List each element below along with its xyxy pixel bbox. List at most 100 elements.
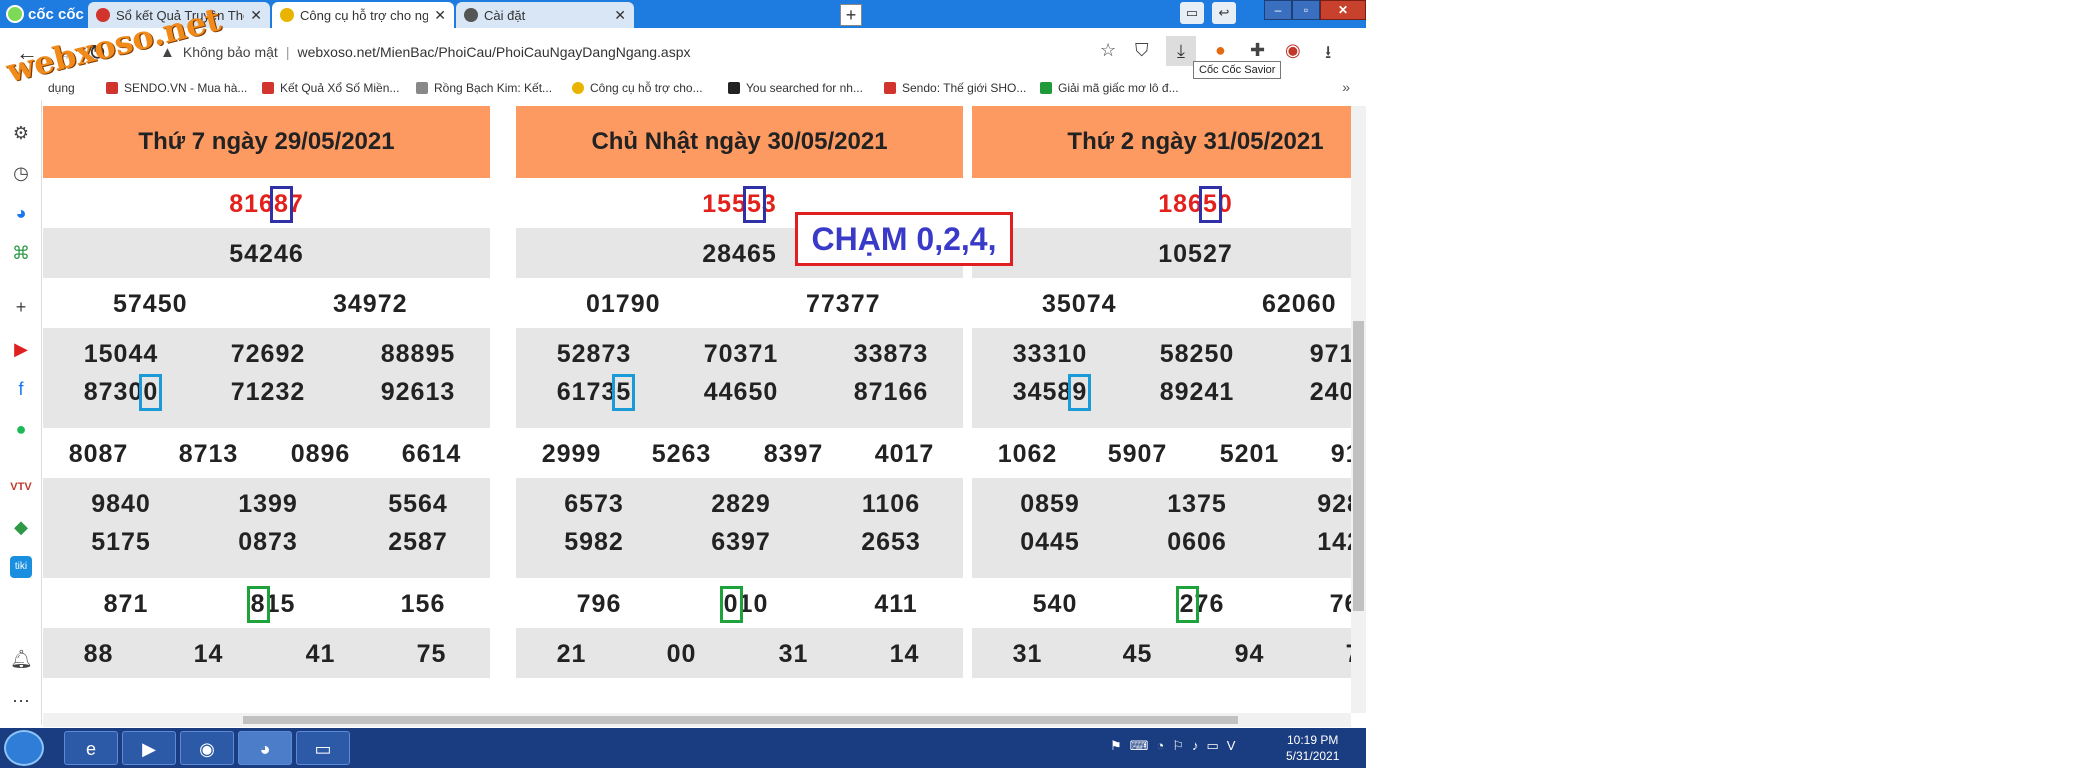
maximize-button[interactable]: ▫	[1292, 0, 1320, 20]
coccoc-taskbar-icon[interactable]: ◕	[238, 731, 292, 765]
app-tray-icon[interactable]: V	[1227, 738, 1236, 754]
gamepad-icon[interactable]: ⌘	[10, 242, 32, 264]
youtube-icon[interactable]: ▶	[10, 338, 32, 360]
prize-row-g4: 8087 8713 0896 6614	[43, 428, 490, 478]
prize-row-g2: 57450 34972	[43, 278, 490, 328]
more-icon[interactable]: ⋯	[10, 690, 32, 712]
puzzle-icon[interactable]: ✚	[1250, 40, 1265, 61]
keyboard-icon[interactable]: ⌨	[1130, 738, 1149, 754]
bookmark-favicon-icon	[572, 82, 584, 94]
number-suffix: 0	[1217, 190, 1233, 218]
prize-row-g5: 9840 1399 5564 5175 0873 2587	[43, 478, 490, 578]
bookmark-favicon-icon	[416, 82, 428, 94]
result-number: 9840	[91, 490, 151, 518]
back-window-icon[interactable]: ↩	[1212, 2, 1236, 24]
extension-icon[interactable]: ●	[1215, 40, 1226, 61]
close-window-button[interactable]: ✕	[1320, 0, 1366, 20]
facebook-icon[interactable]: f	[10, 378, 32, 400]
result-number: 18650	[972, 186, 1351, 223]
shield-tray-icon[interactable]: ◔	[1156, 738, 1164, 754]
profile-avatar-icon[interactable]: ◉	[1285, 40, 1301, 61]
vtv-icon[interactable]: VTV	[10, 476, 32, 498]
screenshot-icon[interactable]: ▭	[1180, 2, 1204, 24]
prize-row-g4: 2999 5263 8397 4017	[516, 428, 963, 478]
result-number: 89241	[1159, 378, 1235, 406]
spotify-icon[interactable]: ●	[10, 418, 32, 440]
download-savior-icon[interactable]: ⤓	[1166, 36, 1196, 66]
bookmark-label: Kết Quả Xổ Số Miền...	[280, 81, 400, 95]
prize-row-g3: 33310 58250 97160 34589 89241 24075	[972, 328, 1351, 428]
result-number: 14	[889, 640, 920, 668]
prize-row-g1: 54246	[43, 228, 490, 278]
result-number: 5907	[1107, 440, 1168, 468]
result-number: 5982	[564, 528, 624, 556]
annotation-box: CHẠM 0,2,4,	[795, 212, 1013, 266]
ie-taskbar-icon[interactable]: e	[64, 731, 118, 765]
number-prefix: 186	[1158, 190, 1203, 218]
close-icon[interactable]: ✕	[250, 7, 262, 24]
clock[interactable]: 10:19 PM 5/31/2021	[1286, 732, 1339, 764]
number-suffix: 7	[288, 190, 304, 218]
bookmark-item[interactable]: You searched for nh...	[728, 81, 863, 95]
result-number: 35074	[1042, 290, 1117, 318]
result-number: 87300	[51, 374, 191, 411]
result-number: 44650	[703, 378, 779, 406]
highlighted-digit: 8	[269, 186, 293, 223]
result-number: 1399	[238, 490, 298, 518]
number-prefix: 816	[229, 190, 274, 218]
taskbar: e ▶ ◉ ◕ ▭ ⚑ ⌨ ◔ ⚐ ♪ ▭ V 10:19 PM 5/31/20…	[0, 728, 1366, 768]
bookmark-item[interactable]: SENDO.VN - Mua hà...	[106, 81, 247, 95]
tiki-icon[interactable]: tiki	[10, 556, 32, 578]
volume-icon[interactable]: ♪	[1192, 738, 1199, 754]
result-number: 6614	[401, 440, 462, 468]
tab-favicon-icon	[96, 8, 110, 22]
bell-icon[interactable]: 🔔︎	[10, 648, 33, 670]
gear-icon[interactable]: ⚙	[10, 122, 32, 144]
media-taskbar-icon[interactable]: ▶	[122, 731, 176, 765]
tab-settings[interactable]: Cài đặt ✕	[456, 2, 634, 28]
column-date-header: Thứ 7 ngày 29/05/2021	[43, 106, 490, 178]
scroll-thumb[interactable]	[1353, 321, 1364, 611]
flag-icon[interactable]: ⚐	[1172, 738, 1184, 754]
prize-row-g6: 540 276 761	[972, 578, 1351, 628]
prize-row-g1: 10527	[972, 228, 1351, 278]
chrome-taskbar-icon[interactable]: ◉	[180, 731, 234, 765]
number-prefix: 8730	[83, 378, 144, 406]
monitor-icon[interactable]: ▭	[1206, 738, 1218, 754]
window-controls: – ▫ ✕	[1264, 0, 1366, 20]
add-icon[interactable]: +	[10, 296, 32, 318]
new-tab-button[interactable]: +	[840, 4, 862, 26]
game-icon[interactable]: ◆	[10, 516, 32, 538]
bookmark-item[interactable]: Sendo: Thế giới SHO...	[884, 81, 1026, 95]
bookmark-item[interactable]: Giải mã giấc mơ lô đ...	[1040, 81, 1179, 95]
shield-icon[interactable]: ⛉	[1135, 40, 1149, 61]
result-number: 71232	[230, 378, 306, 406]
result-number: 33873	[853, 340, 929, 368]
messenger-icon[interactable]: ◕	[10, 202, 32, 224]
network-icon[interactable]: ⚑	[1110, 738, 1122, 754]
star-icon[interactable]: ☆	[1100, 40, 1116, 61]
bookmark-item[interactable]: Công cụ hỗ trợ cho...	[572, 81, 703, 95]
highlighted-digit: 5	[612, 374, 636, 411]
bookmark-item[interactable]: Rồng Bạch Kim: Kết...	[416, 81, 552, 95]
highlighted-digit: 8	[246, 586, 270, 623]
highlighted-digit: 0	[719, 586, 743, 623]
close-icon[interactable]: ✕	[614, 7, 626, 24]
scroll-thumb[interactable]	[243, 716, 1238, 724]
minimize-button[interactable]: –	[1264, 0, 1292, 20]
bookmark-item[interactable]: Kết Quả Xổ Số Miền...	[262, 81, 399, 95]
vertical-scrollbar[interactable]	[1351, 106, 1366, 713]
download-icon[interactable]: ⭳	[1325, 40, 1331, 70]
tab-tool[interactable]: Công cụ hỗ trợ cho người ch ✕	[272, 2, 454, 28]
history-icon[interactable]: ◷	[10, 162, 32, 184]
address-bar[interactable]: ▲ Không bảo mật | webxoso.net/MienBac/Ph…	[160, 38, 1170, 66]
close-icon[interactable]: ✕	[434, 7, 446, 24]
chevron-right-icon[interactable]: »	[1342, 79, 1350, 95]
bookmark-item[interactable]: dụng	[48, 81, 75, 95]
bookmark-label: Công cụ hỗ trợ cho...	[590, 81, 703, 95]
result-number: 8713	[178, 440, 239, 468]
window-taskbar-icon[interactable]: ▭	[296, 731, 350, 765]
result-number: 2999	[541, 440, 602, 468]
start-button[interactable]	[4, 730, 44, 766]
horizontal-scrollbar[interactable]	[43, 713, 1351, 727]
